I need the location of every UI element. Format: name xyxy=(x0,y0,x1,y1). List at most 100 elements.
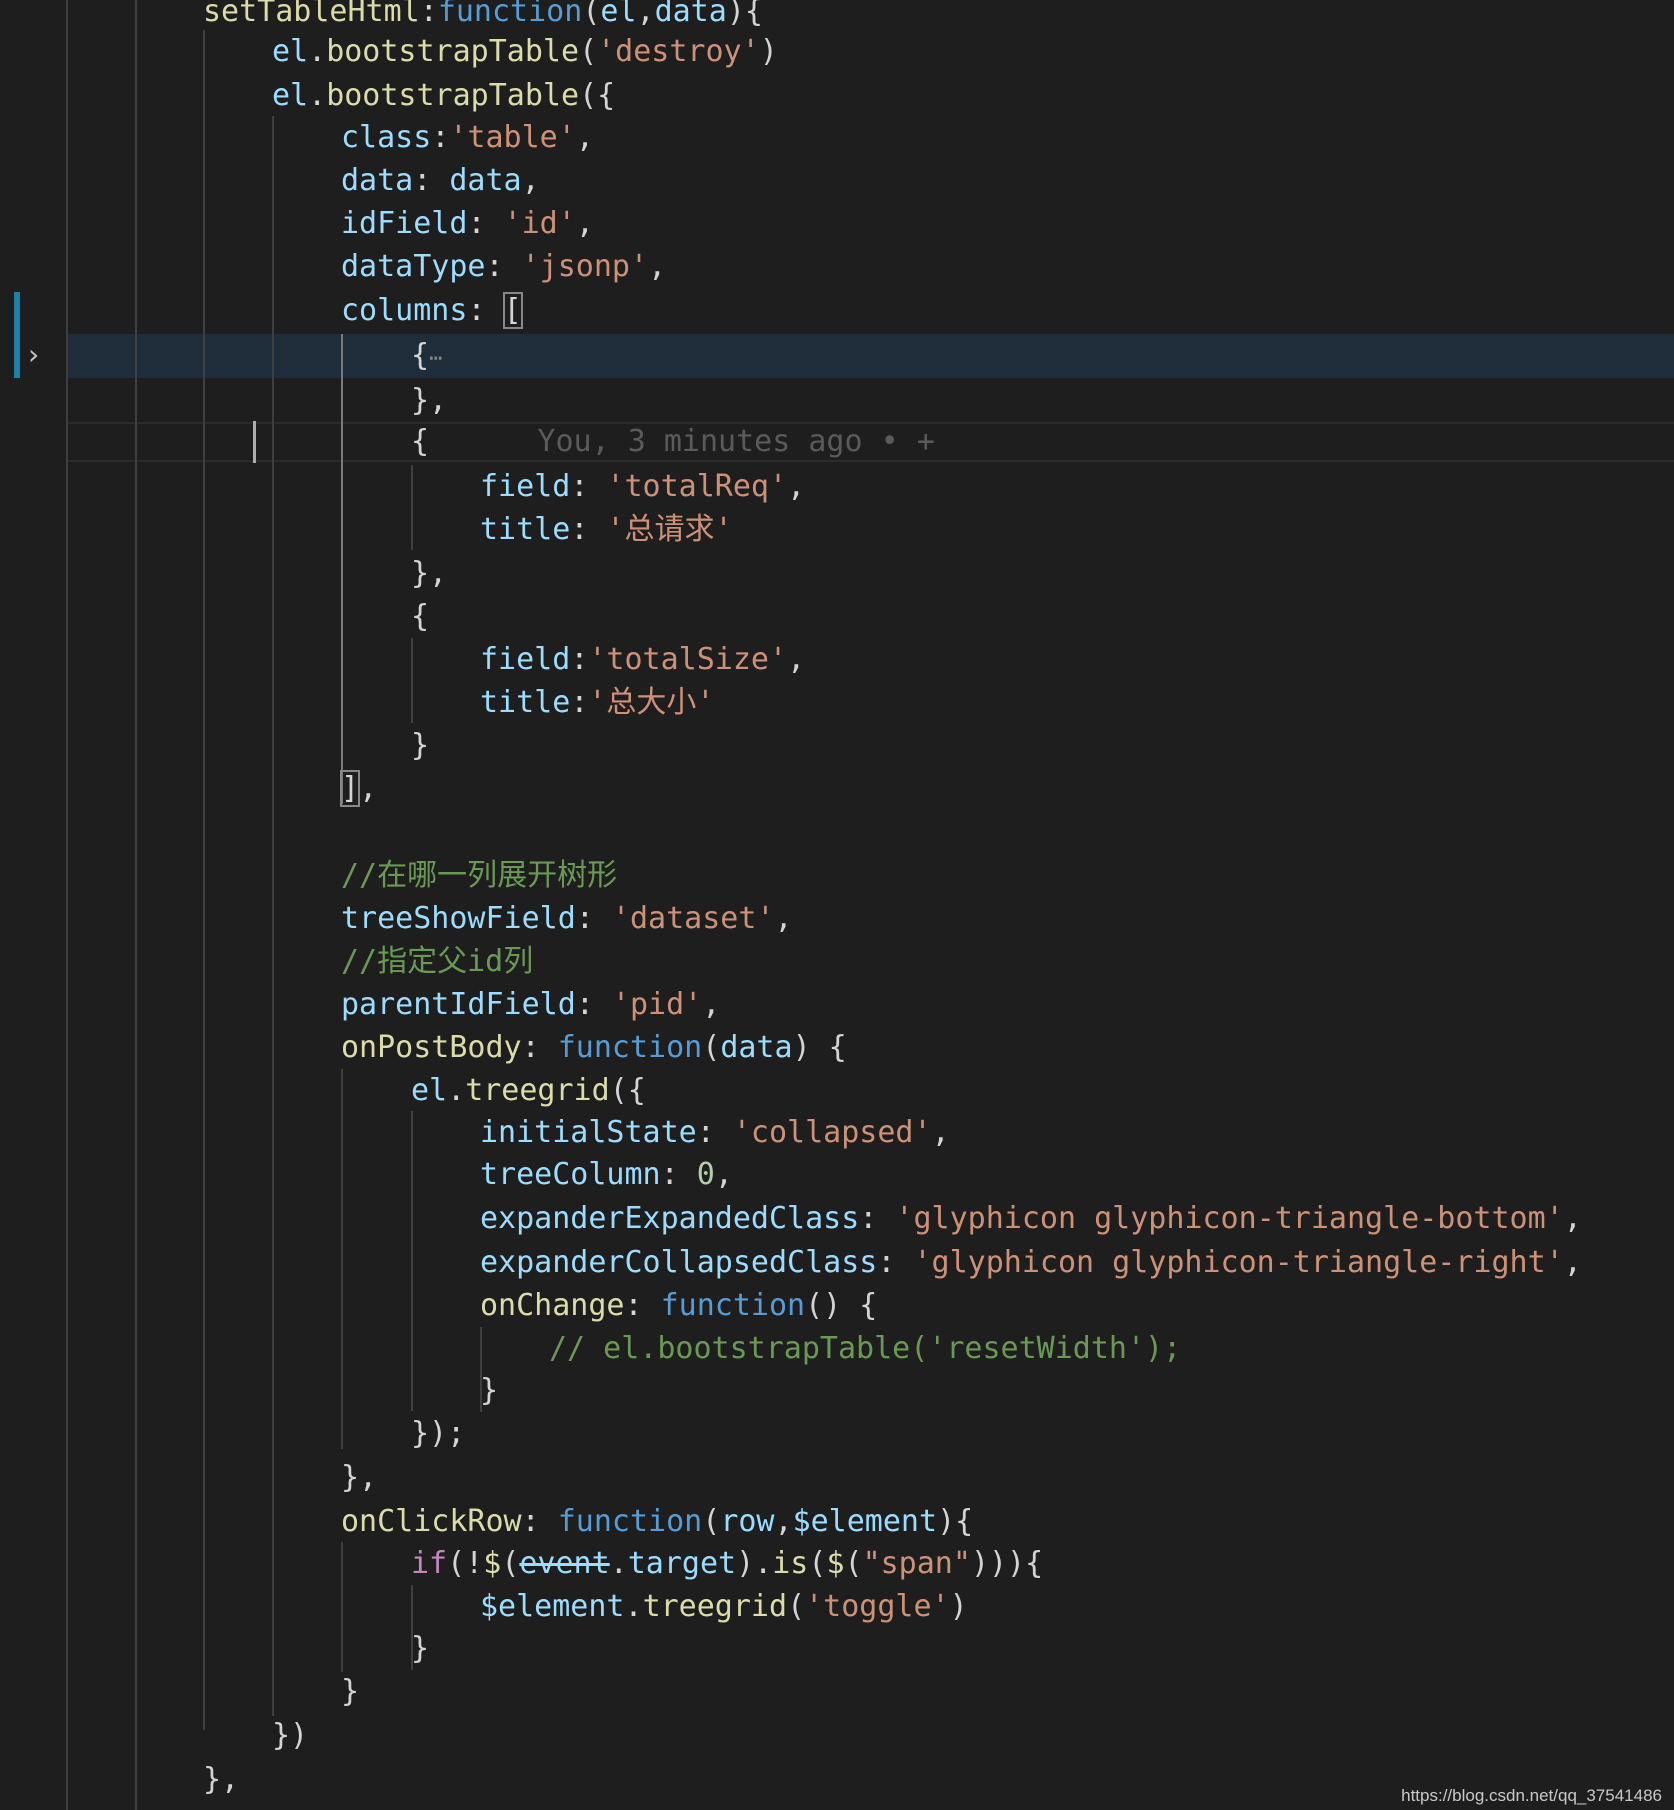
code-line[interactable]: { You, 3 minutes ago • + xyxy=(411,420,935,463)
code-line[interactable]: } xyxy=(480,1369,498,1412)
code-line[interactable]: expanderCollapsedClass: 'glyphicon glyph… xyxy=(480,1241,1582,1284)
indent-guide xyxy=(341,1069,343,1449)
code-token-p: ({ xyxy=(579,78,616,113)
code-token-p: } xyxy=(411,1631,430,1666)
code-token-fn: $ xyxy=(826,1546,845,1581)
code-token-p: , xyxy=(521,163,540,198)
code-token-fn: bootstrapTable xyxy=(326,34,580,69)
code-token-p: { xyxy=(411,599,430,634)
code-token-p: : xyxy=(575,987,612,1022)
code-line[interactable]: } xyxy=(411,724,429,767)
code-token-p: }, xyxy=(203,1762,240,1797)
code-token-fn: treegrid xyxy=(465,1073,610,1108)
code-token-prop: class xyxy=(341,120,432,155)
code-line[interactable]: } xyxy=(341,1670,359,1713)
code-token-cm: // el.bootstrapTable('resetWidth'); xyxy=(549,1331,1182,1366)
code-token-p: ( xyxy=(702,1030,721,1065)
code-line[interactable]: }); xyxy=(411,1412,465,1455)
code-token-str: 'totalReq' xyxy=(606,469,788,504)
code-line[interactable]: field: 'totalReq', xyxy=(480,465,805,508)
code-token-kw: function xyxy=(557,1030,703,1065)
code-token-kw: function xyxy=(660,1288,806,1323)
code-line[interactable]: }, xyxy=(203,1758,239,1801)
code-token-param: data xyxy=(654,0,727,29)
code-token-kw: function xyxy=(437,0,583,29)
code-line[interactable]: title:'总大小' xyxy=(480,681,715,724)
code-token-str: 'pid' xyxy=(611,987,703,1022)
code-token-p: : xyxy=(485,249,522,284)
code-token-prop: dataType xyxy=(341,249,486,284)
code-line[interactable]: data: data, xyxy=(341,159,540,202)
code-token-p: (! xyxy=(447,1546,484,1581)
code-token-prop: parentIdField xyxy=(341,987,576,1022)
code-token-p: , xyxy=(359,771,378,806)
code-token-p: }) xyxy=(272,1718,309,1753)
code-token-prop: field xyxy=(480,642,571,677)
code-token-p: : xyxy=(624,1288,661,1323)
code-token-fn: setTableHtml xyxy=(203,0,420,29)
code-line[interactable]: el.treegrid({ xyxy=(411,1069,646,1112)
code-token-fn: onPostBody xyxy=(341,1030,522,1065)
code-line[interactable]: el.bootstrapTable({ xyxy=(272,74,615,117)
code-line[interactable]: columns: [ xyxy=(341,289,523,332)
code-token-p: , xyxy=(774,1504,793,1539)
code-token-p: . xyxy=(447,1073,466,1108)
code-editor[interactable]: › setTableHtml:function(el,data){el.boot… xyxy=(0,0,1674,1810)
code-line[interactable]: onClickRow: function(row,$element){ xyxy=(341,1500,973,1543)
code-line[interactable]: // el.bootstrapTable('resetWidth'); xyxy=(549,1327,1181,1370)
code-token-p: , xyxy=(575,206,594,241)
code-token-param: el xyxy=(600,0,637,29)
code-token-p: }, xyxy=(411,383,448,418)
indent-guide xyxy=(341,334,343,804)
indent-guide xyxy=(66,0,68,1810)
code-line[interactable]: dataType: 'jsonp', xyxy=(341,245,666,288)
code-token-p: : xyxy=(859,1201,896,1236)
code-line[interactable]: ], xyxy=(339,767,378,810)
code-line[interactable]: }, xyxy=(341,1456,377,1499)
code-line[interactable]: }, xyxy=(411,379,447,422)
code-token-p: : xyxy=(877,1245,914,1280)
code-token-str: 'jsonp' xyxy=(521,249,649,284)
code-line[interactable]: class:'table', xyxy=(341,116,594,159)
chevron-right-icon[interactable]: › xyxy=(28,338,50,372)
code-line[interactable]: title: '总请求' xyxy=(480,508,733,551)
code-line[interactable]: setTableHtml:function(el,data){ xyxy=(203,0,763,33)
code-token-p: , xyxy=(648,249,667,284)
code-line[interactable]: onPostBody: function(data) { xyxy=(341,1026,847,1069)
code-token-p: } xyxy=(341,1674,360,1709)
code-line[interactable]: onChange: function() { xyxy=(480,1284,877,1327)
code-token-p: : xyxy=(431,120,450,155)
indent-guide xyxy=(135,0,137,1810)
code-token-var: el xyxy=(272,34,309,69)
code-token-str: 'id' xyxy=(503,206,576,241)
code-line[interactable]: } xyxy=(411,1627,429,1670)
code-line[interactable]: { xyxy=(411,595,429,638)
code-line[interactable]: if(!$(event.target).is($("span"))){ xyxy=(411,1542,1043,1585)
code-token-str: 'table' xyxy=(449,120,576,155)
code-token-p: : xyxy=(521,1504,558,1539)
code-line[interactable]: el.bootstrapTable('destroy') xyxy=(272,30,778,73)
code-token-p: : xyxy=(521,1030,558,1065)
code-line[interactable]: {⋯ xyxy=(411,334,442,377)
code-line[interactable]: initialState: 'collapsed', xyxy=(480,1111,950,1154)
code-line[interactable]: //指定父id列 xyxy=(341,940,533,983)
code-line[interactable]: idField: 'id', xyxy=(341,202,594,245)
code-line[interactable]: expanderExpandedClass: 'glyphicon glyphi… xyxy=(480,1197,1582,1240)
code-token-str: 'glyphicon glyphicon-triangle-bottom' xyxy=(895,1201,1564,1236)
code-line[interactable]: treeColumn: 0, xyxy=(480,1153,733,1196)
code-token-p: : xyxy=(467,206,504,241)
code-line[interactable]: parentIdField: 'pid', xyxy=(341,983,720,1026)
code-token-dep: event xyxy=(519,1546,610,1581)
code-token-str: 'collapsed' xyxy=(732,1115,932,1150)
code-token-str: 'totalSize' xyxy=(588,642,788,677)
code-token-prop: idField xyxy=(341,206,468,241)
indent-guide xyxy=(341,1542,343,1672)
code-line[interactable]: treeShowField: 'dataset', xyxy=(341,897,793,940)
code-line[interactable]: }) xyxy=(272,1714,308,1757)
code-line[interactable]: field:'totalSize', xyxy=(480,638,805,681)
indent-guide xyxy=(411,465,413,550)
code-token-num: 0 xyxy=(696,1157,715,1192)
code-line[interactable]: $element.treegrid('toggle') xyxy=(480,1585,968,1628)
code-line[interactable]: }, xyxy=(411,552,447,595)
code-line[interactable]: //在哪一列展开树形 xyxy=(341,854,617,897)
